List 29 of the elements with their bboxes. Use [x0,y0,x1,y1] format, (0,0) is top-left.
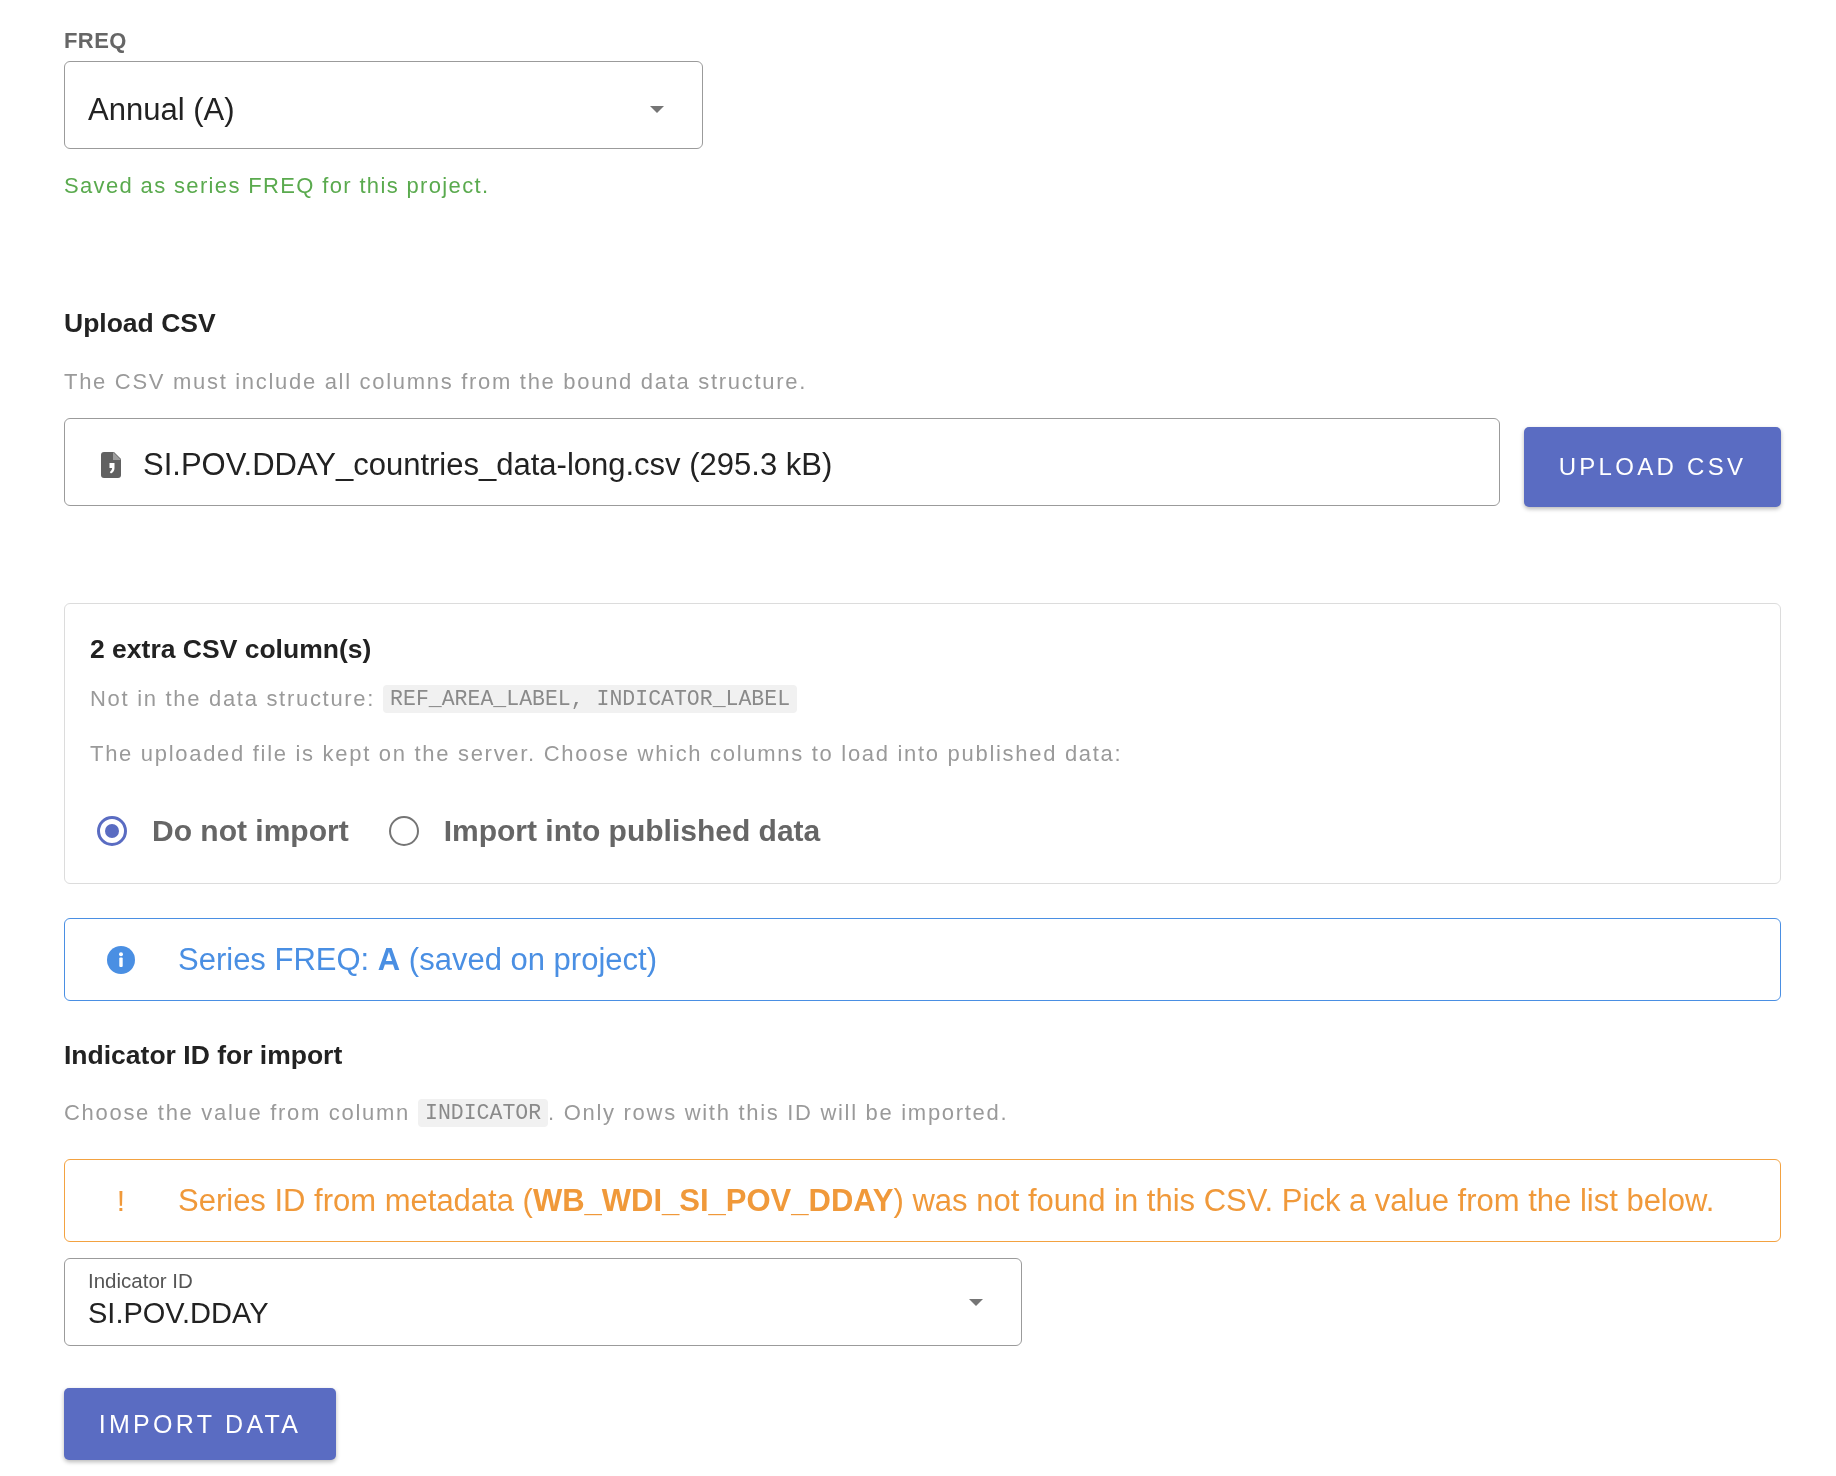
radio-option[interactable]: Import into published data [388,811,821,851]
caret-icon [650,106,664,113]
file-icon [101,452,121,478]
freq-select[interactable]: Annual (A) [64,61,703,149]
alert-text: Series ID from metadata (WB_WDI_SI_POV_DDAY) was not found in this CSV. Pick a value from the list below. [178,1181,1715,1220]
file-field[interactable]: SI.POV.DDAY_countries_data-long.csv (295.3 kB) [64,418,1500,506]
exclamation-mark: ! [115,1183,127,1218]
card-text: The uploaded file is kept on the server. Choose which columns to load into published data: [90,741,1123,767]
section-heading: Upload CSV [64,308,216,338]
radio-icon[interactable] [97,816,127,846]
card-text: Not in the data structure: [90,686,376,712]
radio-option[interactable]: Do not import [97,811,349,851]
import-button[interactable]: IMPORT DATA [64,1388,336,1460]
alert-text: Series FREQ: A (saved on project) [178,940,657,979]
upload-button[interactable]: UPLOAD CSV [1524,427,1781,507]
caret-icon [969,1298,983,1306]
indicator-select[interactable]: Indicator ID SI.POV.DDAY [64,1258,1022,1346]
column-code: INDICATOR [418,1099,549,1127]
column-code: REF_AREA_LABEL, INDICATOR_LABEL [383,685,798,713]
helper-text: Saved as series FREQ for this project. [64,173,490,199]
radio-icon[interactable] [388,816,419,846]
card-heading: 2 extra CSV column(s) [90,634,372,664]
info-icon [107,945,135,974]
section-description: The CSV must include all columns from the bound data structure. [64,369,807,395]
section-description: . Only rows with this ID will be imported. [548,1100,1009,1126]
field-label: FREQ [64,28,127,54]
section-heading: Indicator ID for import [64,1040,343,1070]
section-description: Choose the value from column [64,1100,410,1126]
floating-label: Indicator ID [88,1269,193,1292]
